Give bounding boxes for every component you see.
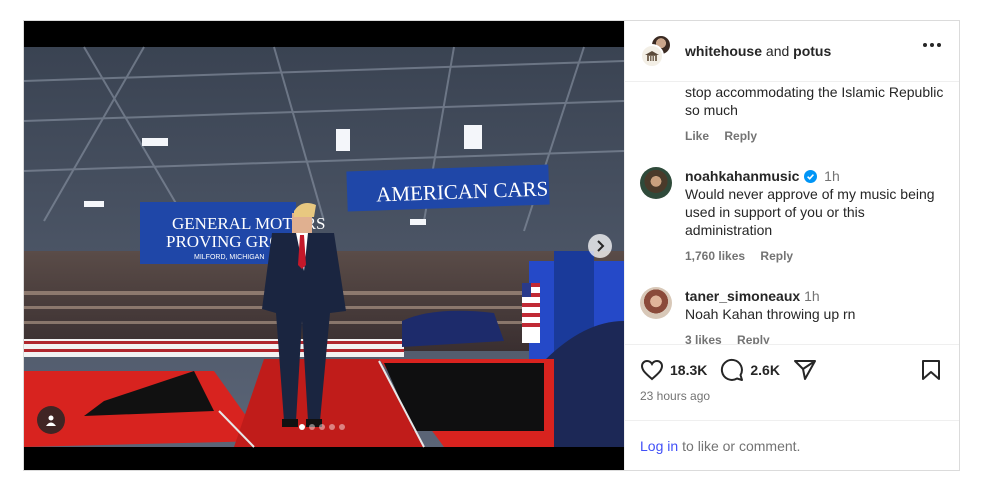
- slide-dot: [319, 424, 325, 430]
- owner-username-1[interactable]: whitehouse: [685, 43, 762, 59]
- post-owners: whitehouse and potus: [685, 43, 831, 59]
- comments-list[interactable]: stop accommodating the Islamic Republic …: [625, 82, 959, 344]
- comment-text: Noah Kahan throwing up rn: [685, 306, 856, 322]
- post-sidebar: whitehouse and potus stop accommodating …: [624, 21, 959, 470]
- more-dot: [937, 43, 941, 47]
- more-options-button[interactable]: [923, 43, 941, 47]
- verified-badge-icon: [804, 170, 818, 183]
- tagged-users-button[interactable]: [37, 406, 65, 434]
- post-card: GENERAL MOTORS PROVING GROUND MILFORD, M…: [23, 20, 960, 471]
- commenter-username[interactable]: taner_simoneaux: [685, 288, 800, 304]
- action-row: 18.3K 2.6K: [640, 357, 944, 383]
- next-slide-button[interactable]: [588, 234, 612, 258]
- share-icon: [793, 360, 816, 380]
- like-comment-button[interactable]: Like: [685, 129, 709, 143]
- reply-button[interactable]: Reply: [737, 333, 770, 344]
- user-icon: [46, 415, 56, 426]
- slide-dot: [309, 424, 315, 430]
- comment-likes[interactable]: 3 likes: [685, 333, 722, 344]
- reply-button[interactable]: Reply: [760, 249, 793, 263]
- whitehouse-logo-icon: [645, 51, 659, 61]
- post-timestamp[interactable]: 23 hours ago: [640, 389, 944, 403]
- comment-meta: 3 likes Reply: [685, 331, 950, 344]
- owner-avatars[interactable]: [640, 34, 674, 68]
- whitehouse-avatar[interactable]: [640, 44, 664, 68]
- login-link[interactable]: Log in: [640, 438, 678, 454]
- bookmark-icon: [922, 360, 940, 380]
- slide-dot: [329, 424, 335, 430]
- slide-dot: [339, 424, 345, 430]
- comment-time: 1h: [824, 168, 840, 184]
- post-media[interactable]: GENERAL MOTORS PROVING GROUND MILFORD, M…: [24, 21, 624, 470]
- chevron-right-icon: [597, 240, 605, 252]
- save-button[interactable]: [921, 359, 941, 386]
- login-prompt-text: to like or comment.: [682, 437, 801, 454]
- post-photo: GENERAL MOTORS PROVING GROUND MILFORD, M…: [24, 21, 624, 470]
- slide-indicator: [299, 424, 345, 430]
- comment-button[interactable]: 2.6K: [720, 358, 780, 382]
- comment-meta: Like Reply: [685, 127, 950, 145]
- comment-count[interactable]: 2.6K: [750, 362, 780, 378]
- comment-body: stop accommodating the Islamic Republic …: [685, 83, 950, 145]
- comment-meta: 1,760 likes Reply: [685, 247, 950, 265]
- banner-left-line3: MILFORD, MICHIGAN: [194, 254, 264, 261]
- heart-icon: [640, 359, 664, 381]
- post-actions: 18.3K 2.6K 23 hours ago: [625, 344, 959, 420]
- post-header: whitehouse and potus: [625, 21, 959, 82]
- share-button[interactable]: [793, 359, 817, 381]
- comment-icon: [721, 358, 744, 381]
- commenter-username[interactable]: noahkahanmusic: [685, 168, 799, 184]
- slide-dot: [299, 424, 305, 430]
- owner-username-2[interactable]: potus: [793, 43, 831, 59]
- comment-body: taner_simoneaux 1h Noah Kahan throwing u…: [685, 287, 950, 344]
- owner-joiner: and: [765, 43, 790, 59]
- comment-body: noahkahanmusic 1h Would never approve of…: [685, 167, 950, 265]
- commenter-avatar[interactable]: [640, 287, 672, 319]
- comment-text: stop accommodating the Islamic Republic …: [685, 84, 944, 118]
- comment-text: Would never approve of my music being us…: [685, 186, 935, 238]
- comment-time: 1h: [804, 288, 820, 304]
- more-dot: [930, 43, 934, 47]
- more-dot: [923, 43, 927, 47]
- like-count[interactable]: 18.3K: [670, 362, 707, 378]
- comment-likes[interactable]: 1,760 likes: [685, 249, 745, 263]
- login-prompt: Log in to like or comment.: [625, 420, 959, 470]
- reply-button[interactable]: Reply: [724, 129, 757, 143]
- like-button[interactable]: 18.3K: [640, 359, 707, 381]
- commenter-avatar[interactable]: [640, 167, 672, 199]
